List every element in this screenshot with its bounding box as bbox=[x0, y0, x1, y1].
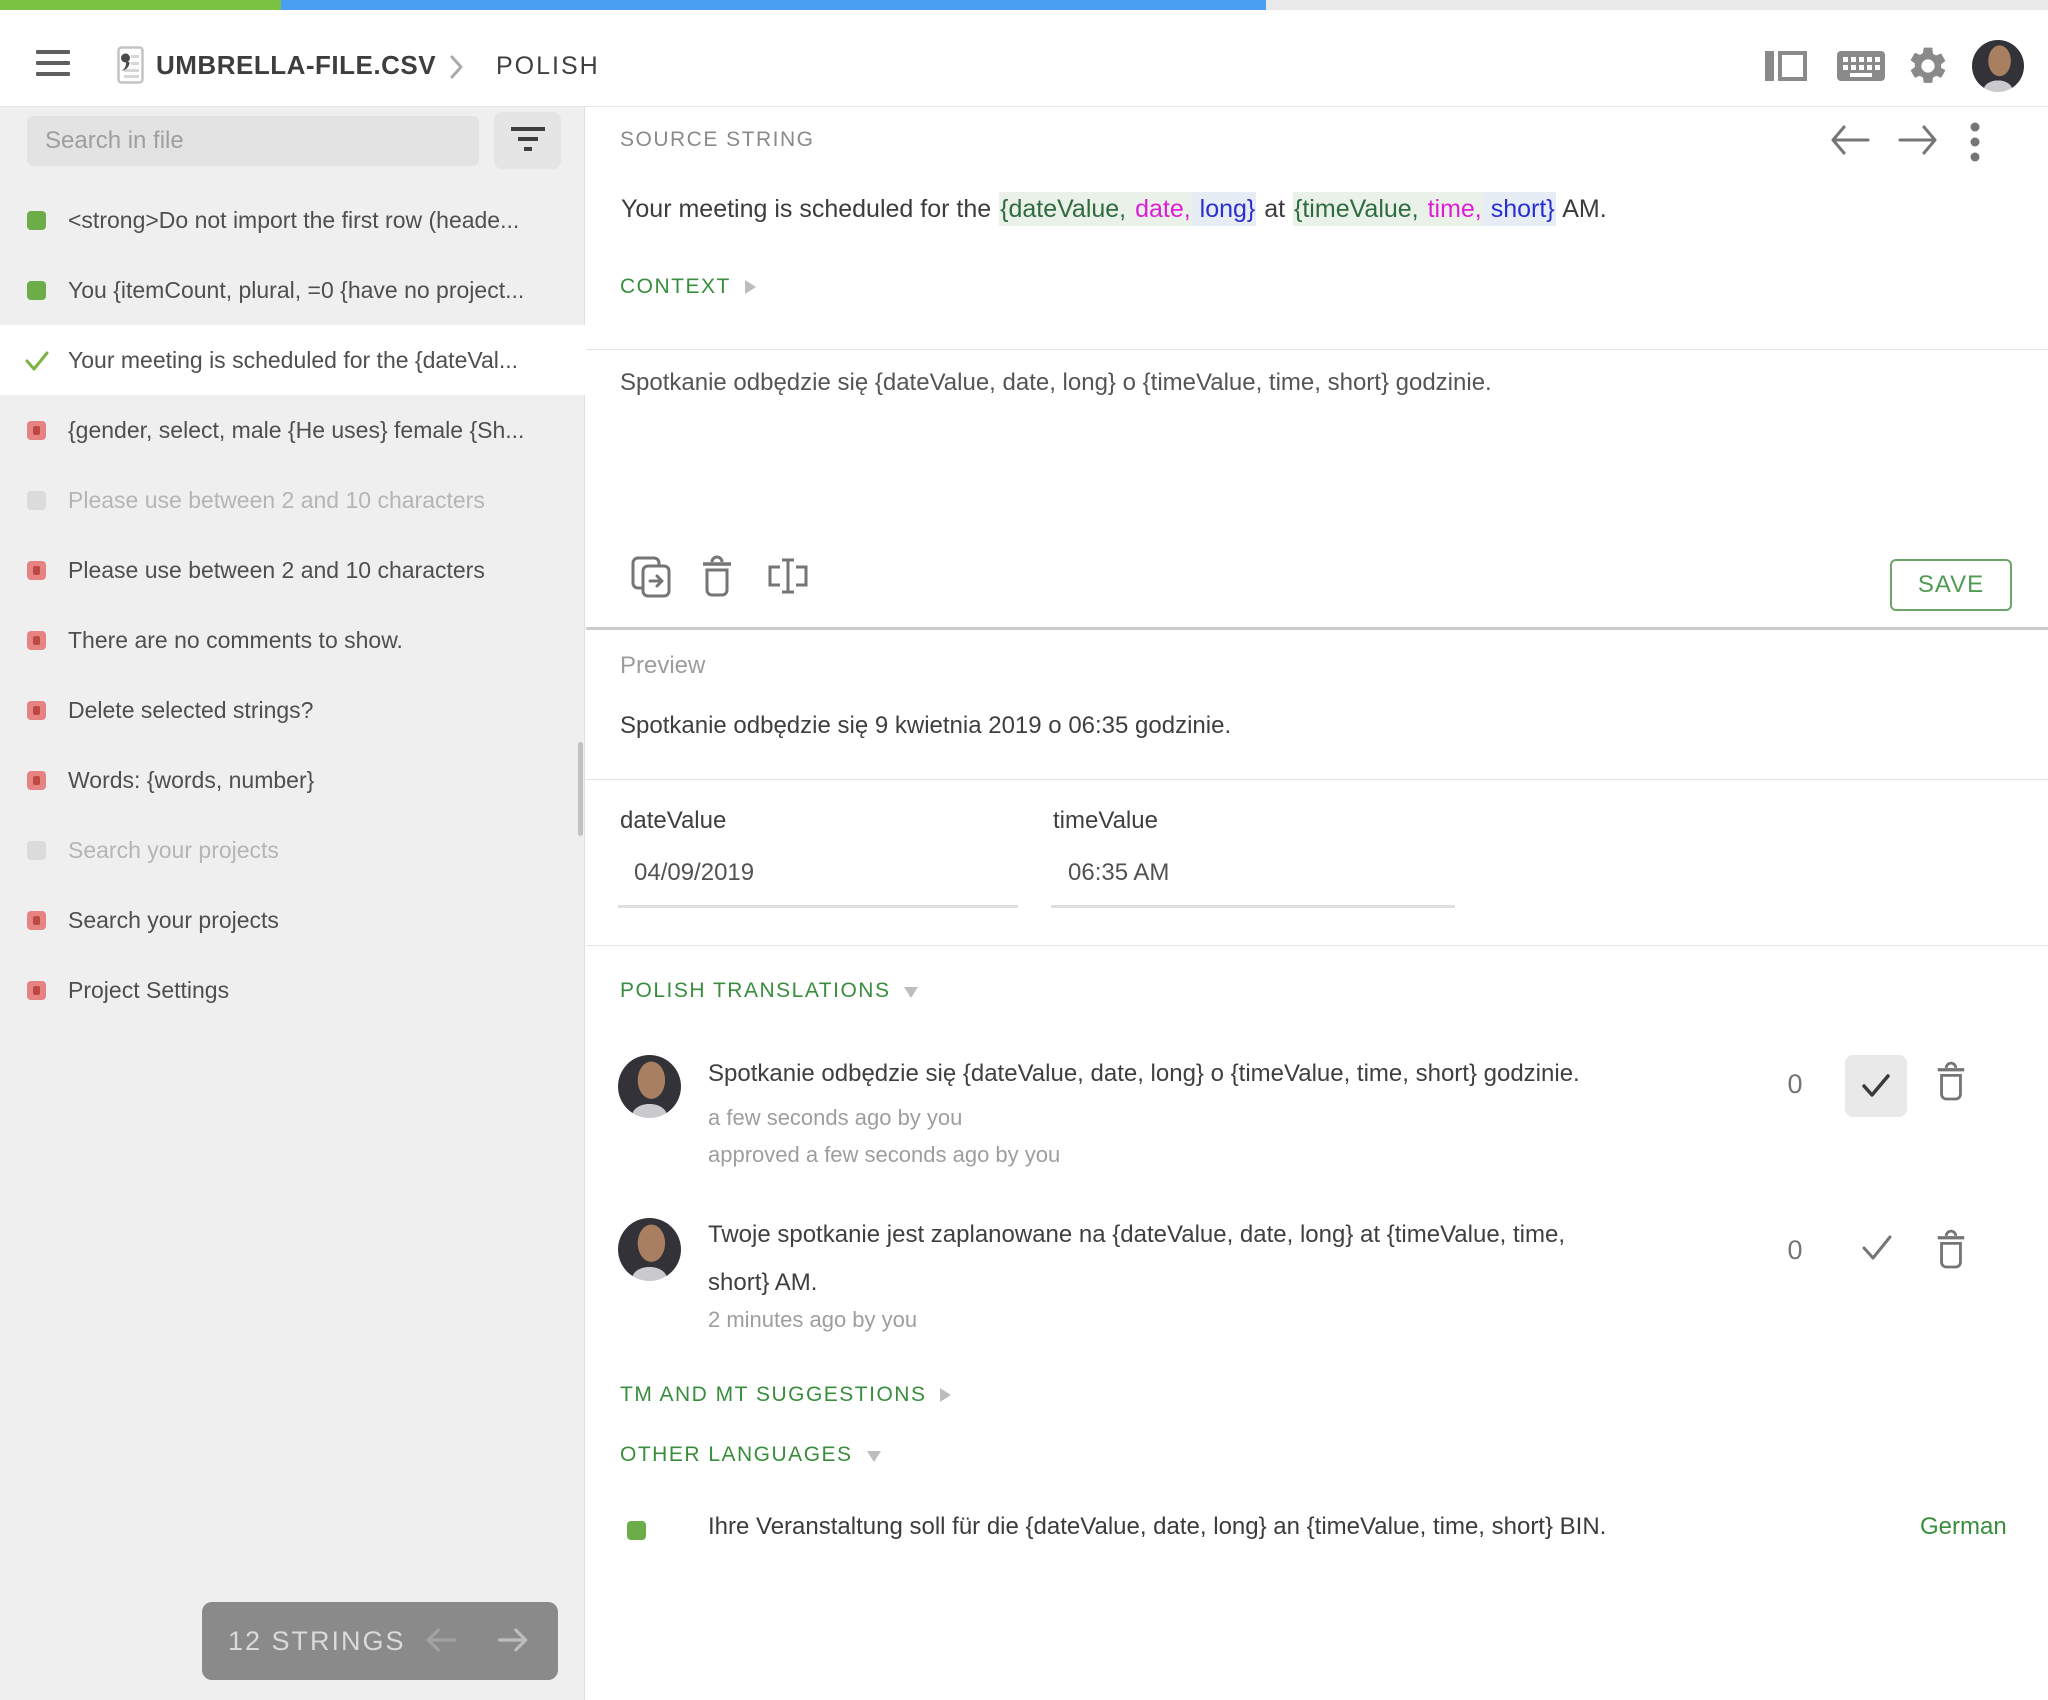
collapsed-caret-icon bbox=[940, 1388, 951, 1402]
status-square-icon bbox=[27, 211, 46, 230]
string-list-item[interactable]: Please use between 2 and 10 characters bbox=[0, 465, 585, 535]
approve-translation-button[interactable] bbox=[1845, 1055, 1907, 1117]
file-progress-bar bbox=[0, 0, 2048, 10]
time-value-input[interactable] bbox=[1068, 859, 1448, 887]
other-languages-toggle[interactable]: OTHER LANGUAGES bbox=[620, 1443, 881, 1467]
breadcrumb-file-name[interactable]: UMBRELLA-FILE.CSV bbox=[156, 50, 436, 81]
input-underline bbox=[1051, 905, 1455, 908]
app-header: UMBRELLA-FILE.CSV POLISH bbox=[0, 10, 2048, 107]
approved-check-icon bbox=[27, 351, 46, 370]
delete-translation-icon[interactable] bbox=[1934, 1061, 1968, 1106]
progress-segment-translated bbox=[281, 0, 1266, 10]
next-string-icon[interactable] bbox=[1896, 122, 1940, 161]
more-options-kebab-icon[interactable] bbox=[1968, 120, 1982, 167]
csv-file-icon bbox=[117, 46, 144, 89]
delete-translation-icon[interactable] bbox=[699, 555, 735, 602]
next-page-icon[interactable] bbox=[496, 1625, 532, 1658]
string-list-item[interactable]: Delete selected strings? bbox=[0, 675, 585, 745]
status-square-icon bbox=[27, 491, 46, 510]
translator-avatar bbox=[618, 1055, 681, 1118]
divider bbox=[586, 627, 2048, 630]
strings-count-label: 12 STRINGS bbox=[228, 1626, 406, 1657]
date-value-input[interactable] bbox=[634, 859, 1014, 887]
editor-panel: SOURCE STRING Your meeting is scheduled … bbox=[586, 107, 2048, 1700]
divider bbox=[586, 945, 2048, 946]
breadcrumb-chevron-icon bbox=[449, 54, 465, 85]
vote-count: 0 bbox=[1782, 1235, 1808, 1266]
status-square-icon bbox=[27, 701, 46, 720]
delete-translation-icon[interactable] bbox=[1934, 1229, 1968, 1274]
time-value-label: timeValue bbox=[1053, 807, 1158, 835]
strings-sidebar: <strong>Do not import the first row (hea… bbox=[0, 107, 585, 1700]
settings-gear-icon[interactable] bbox=[1906, 44, 1950, 93]
translation-entry-meta: a few seconds ago by you bbox=[708, 1105, 962, 1131]
status-square-icon bbox=[27, 421, 46, 440]
preview-text: Spotkanie odbędzie się 9 kwietnia 2019 o… bbox=[620, 712, 1231, 740]
translator-avatar bbox=[618, 1218, 681, 1281]
filter-icon bbox=[510, 125, 546, 156]
filter-button[interactable] bbox=[494, 112, 561, 169]
divider bbox=[586, 349, 2048, 350]
string-list-item[interactable]: <strong>Do not import the first row (hea… bbox=[0, 185, 585, 255]
toggle-sidebar-icon[interactable] bbox=[1764, 47, 1808, 90]
string-list-item[interactable]: Search your projects bbox=[0, 885, 585, 955]
translation-entry-meta: 2 minutes ago by you bbox=[708, 1307, 917, 1333]
copy-source-icon[interactable] bbox=[630, 555, 672, 602]
status-square-icon bbox=[27, 771, 46, 790]
other-language-text: Ihre Veranstaltung soll für die {dateVal… bbox=[708, 1513, 1606, 1541]
status-square-icon bbox=[27, 981, 46, 1000]
progress-segment-approved bbox=[0, 0, 281, 10]
translation-entry-text: Spotkanie odbędzie się {dateValue, date,… bbox=[708, 1059, 1788, 1089]
source-string-text: Your meeting is scheduled for the {dateV… bbox=[620, 195, 1608, 224]
language-status-square-icon bbox=[627, 1521, 646, 1540]
translation-entry-meta: approved a few seconds ago by you bbox=[708, 1142, 1060, 1168]
insert-placeholder-icon[interactable] bbox=[764, 555, 812, 602]
string-list-item[interactable]: Words: {words, number} bbox=[0, 745, 585, 815]
vote-count: 0 bbox=[1782, 1069, 1808, 1100]
sidebar-scrollbar[interactable] bbox=[578, 742, 583, 836]
preview-label: Preview bbox=[620, 652, 705, 680]
input-underline bbox=[618, 905, 1018, 908]
tm-mt-suggestions-toggle[interactable]: TM AND MT SUGGESTIONS bbox=[620, 1383, 951, 1407]
translation-editor[interactable]: Spotkanie odbędzie się {dateValue, date,… bbox=[620, 369, 2000, 397]
string-list-item[interactable]: Project Settings bbox=[0, 955, 585, 1025]
status-square-icon bbox=[27, 631, 46, 650]
string-list-item-selected[interactable]: Your meeting is scheduled for the {dateV… bbox=[0, 325, 585, 395]
context-caret-icon bbox=[745, 280, 756, 294]
prev-page-icon[interactable] bbox=[422, 1625, 458, 1658]
divider bbox=[586, 779, 2048, 780]
expanded-caret-icon bbox=[867, 1451, 881, 1462]
menu-icon[interactable] bbox=[36, 50, 70, 76]
source-string-label: SOURCE STRING bbox=[620, 128, 815, 152]
string-list-item[interactable]: There are no comments to show. bbox=[0, 605, 585, 675]
date-value-label: dateValue bbox=[620, 807, 726, 835]
polish-translations-toggle[interactable]: POLISH TRANSLATIONS bbox=[620, 979, 918, 1003]
context-toggle[interactable]: CONTEXT bbox=[620, 275, 756, 299]
status-square-icon bbox=[27, 911, 46, 930]
status-square-icon bbox=[27, 281, 46, 300]
approve-translation-icon[interactable] bbox=[1860, 1233, 1894, 1266]
string-list-item[interactable]: {gender, select, male {He uses} female {… bbox=[0, 395, 585, 465]
strings-count-button[interactable]: 12 STRINGS bbox=[202, 1602, 558, 1680]
status-square-icon bbox=[27, 561, 46, 580]
previous-string-icon[interactable] bbox=[1828, 122, 1872, 161]
string-list-item[interactable]: Search your projects bbox=[0, 815, 585, 885]
breadcrumb-language[interactable]: POLISH bbox=[496, 52, 600, 81]
other-language-link[interactable]: German bbox=[1920, 1513, 2007, 1541]
string-list-item[interactable]: Please use between 2 and 10 characters bbox=[0, 535, 585, 605]
user-avatar[interactable] bbox=[1972, 40, 2024, 92]
string-list-item[interactable]: You {itemCount, plural, =0 {have no proj… bbox=[0, 255, 585, 325]
translation-entry-text: Twoje spotkanie jest zaplanowane na {dat… bbox=[708, 1211, 1788, 1307]
save-button[interactable]: SAVE bbox=[1890, 559, 2012, 611]
search-input[interactable] bbox=[27, 116, 479, 166]
status-square-icon bbox=[27, 841, 46, 860]
expanded-caret-icon bbox=[904, 987, 918, 998]
keyboard-shortcuts-icon[interactable] bbox=[1836, 47, 1886, 90]
string-list: <strong>Do not import the first row (hea… bbox=[0, 185, 585, 1025]
